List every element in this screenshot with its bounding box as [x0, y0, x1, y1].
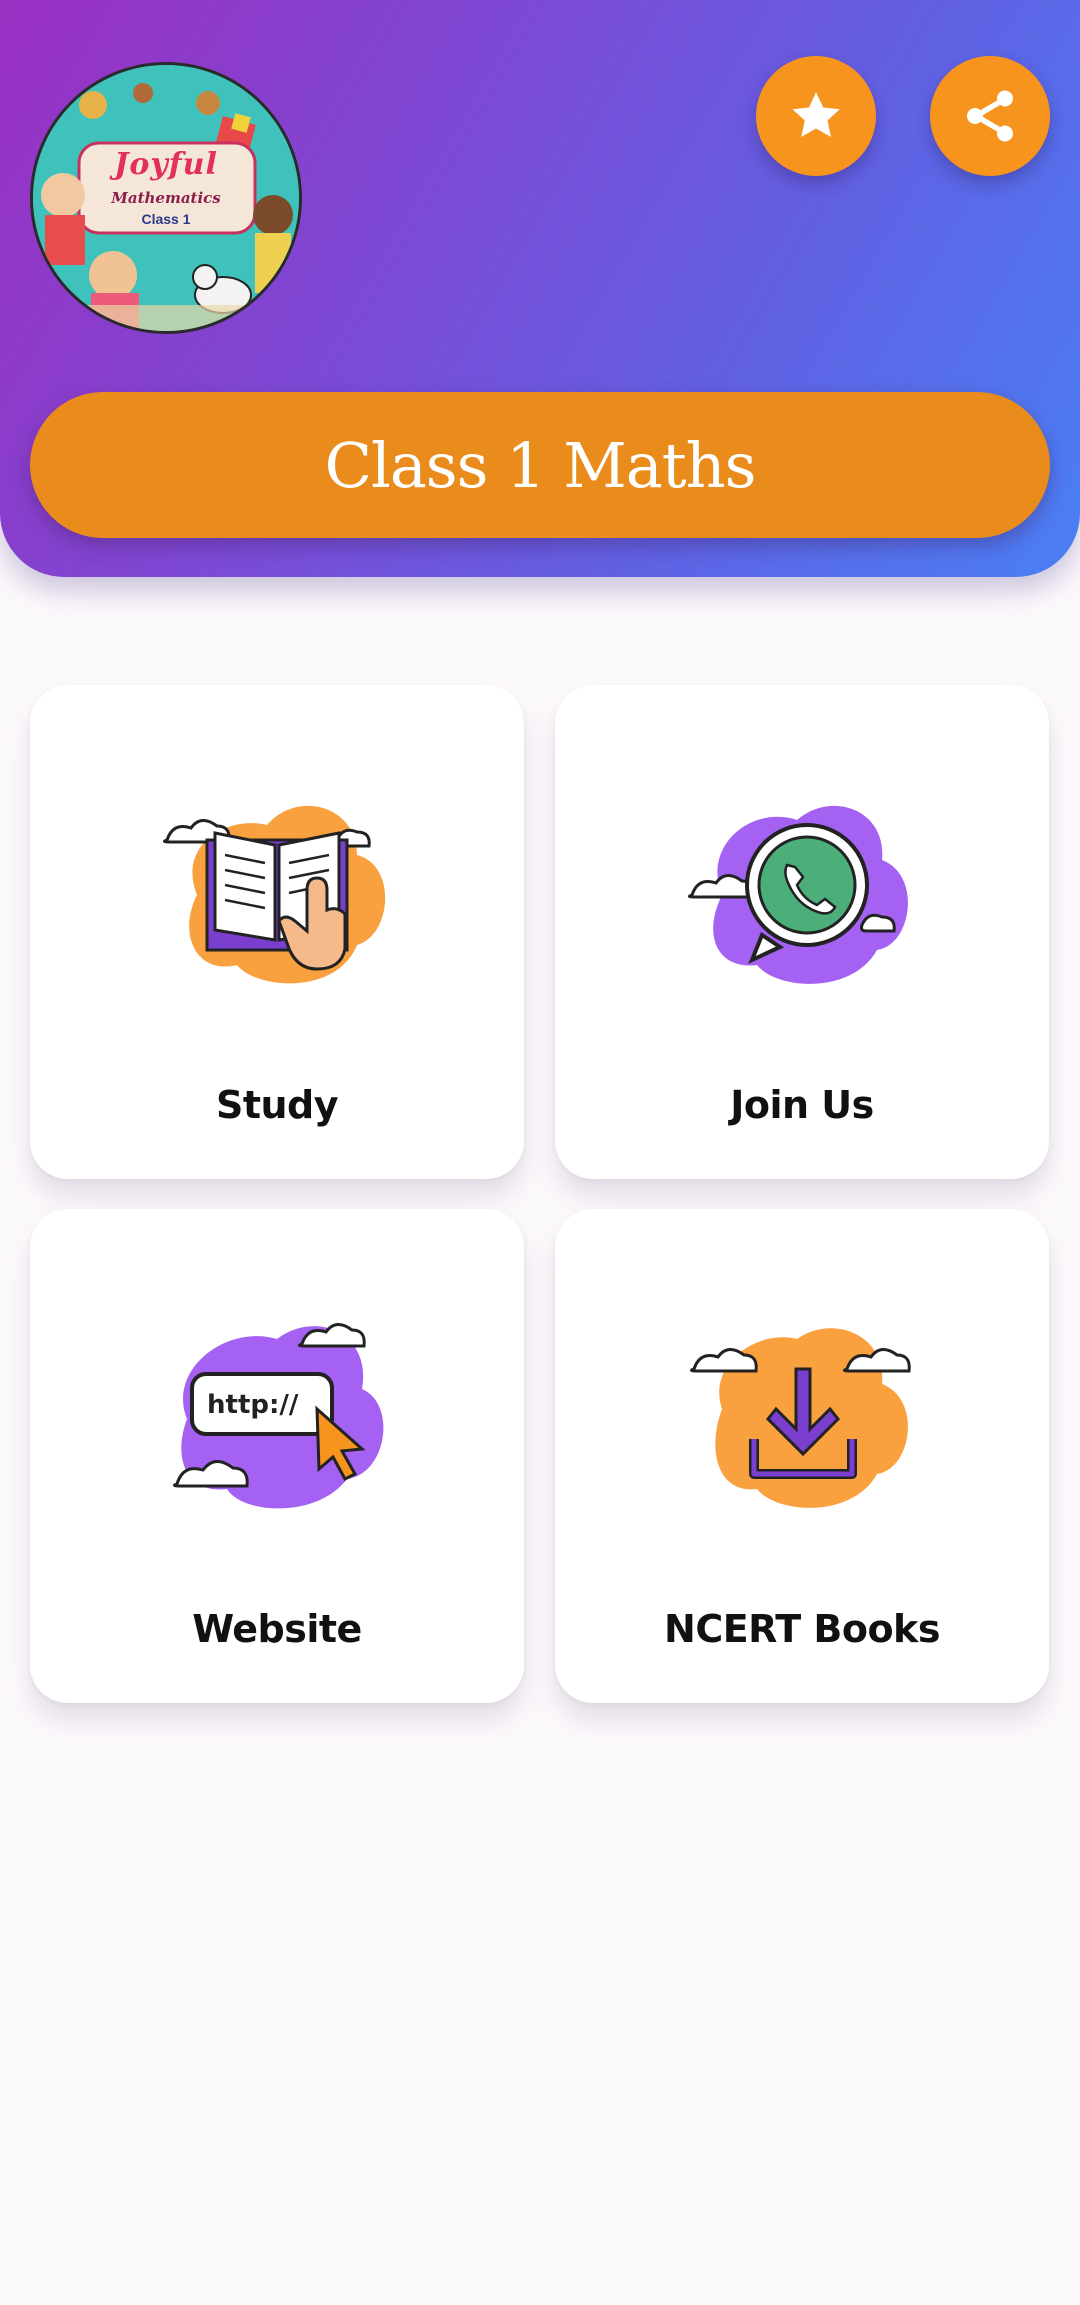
favorite-button[interactable]: [756, 56, 876, 176]
logo-class-label: Class 1: [141, 211, 191, 227]
header-banner: Joyful Mathematics Class 1 Class 1 Maths: [0, 0, 1080, 577]
join-us-card[interactable]: Join Us: [555, 685, 1049, 1179]
study-label: Study: [215, 1083, 339, 1127]
share-icon: [967, 90, 1013, 142]
study-card[interactable]: Study: [30, 685, 524, 1179]
app-title-bar: Class 1 Maths: [30, 392, 1050, 538]
page-title: Class 1 Maths: [324, 428, 757, 502]
app-logo: Joyful Mathematics Class 1: [30, 62, 302, 334]
whatsapp-icon: [687, 805, 908, 984]
website-label: Website: [192, 1607, 362, 1651]
ncert-books-card[interactable]: NCERT Books: [555, 1209, 1049, 1703]
join-us-label: Join Us: [730, 1083, 874, 1127]
website-card[interactable]: http:// Website: [30, 1209, 524, 1703]
share-button[interactable]: [930, 56, 1050, 176]
logo-title: Joyful: [114, 147, 218, 182]
open-book-icon: [162, 805, 386, 984]
svg-text:http://: http://: [207, 1390, 299, 1420]
download-icon: [689, 1328, 911, 1508]
logo-subtitle: Mathematics: [111, 189, 221, 207]
ncert-books-label: NCERT Books: [664, 1607, 940, 1651]
star-icon: [792, 92, 840, 137]
http-link-icon: http://: [172, 1323, 384, 1509]
